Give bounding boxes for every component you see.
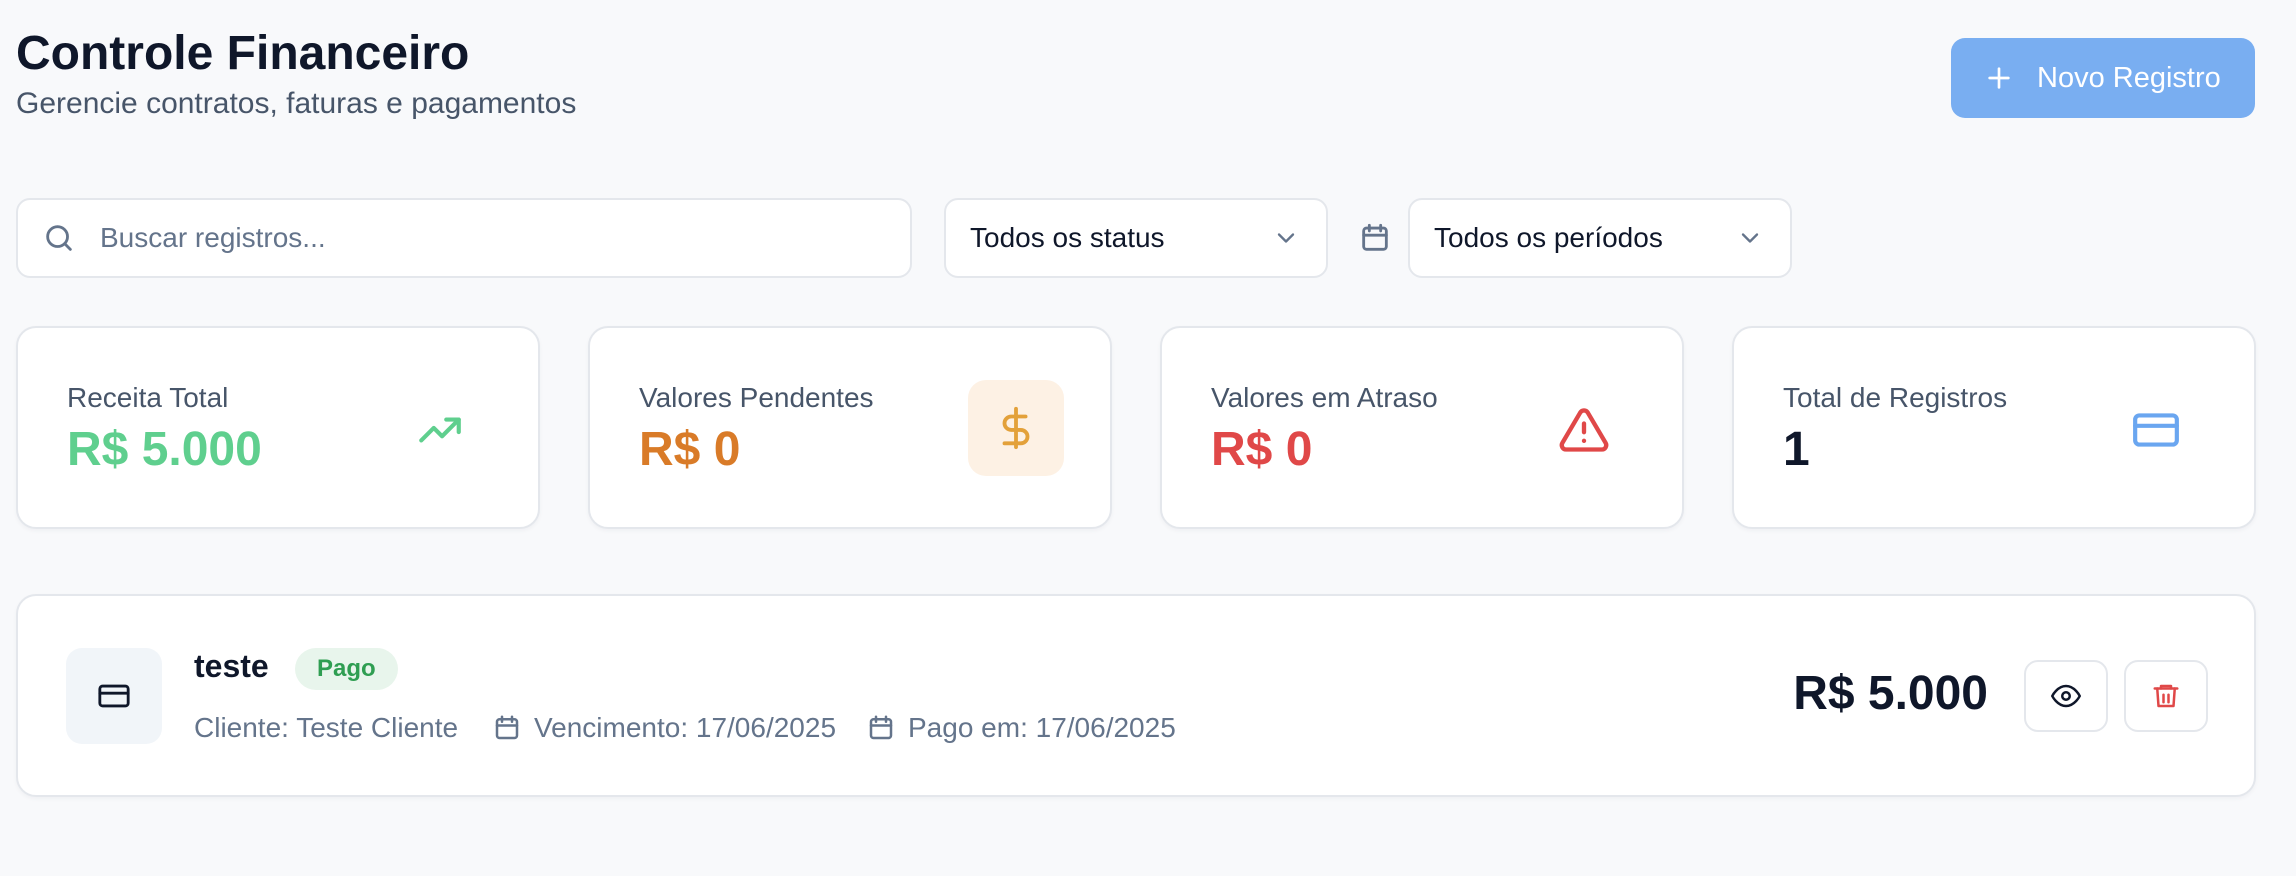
trending-up-icon: [412, 402, 468, 458]
stat-value: R$ 5.000: [67, 423, 262, 476]
status-filter-select[interactable]: Todos os status: [944, 198, 1328, 278]
stat-label: Total de Registros: [1783, 382, 2008, 413]
status-filter-value: Todos os status: [970, 222, 1165, 253]
stat-card-pending: Valores Pendentes R$ 0: [588, 326, 1112, 529]
credit-card-icon: [66, 648, 162, 744]
search-icon: [46, 225, 72, 251]
page-subtitle: Gerencie contratos, faturas e pagamentos: [16, 87, 577, 120]
new-record-label: Novo Registro: [2037, 61, 2221, 94]
stat-value: R$ 0: [1211, 423, 1313, 476]
stat-label: Valores Pendentes: [639, 382, 874, 413]
calendar-icon: [1362, 223, 1388, 251]
search-box[interactable]: [16, 198, 912, 278]
calendar-icon: [869, 715, 893, 740]
delete-button[interactable]: [2124, 660, 2208, 732]
record-due-text: Vencimento: 17/06/2025: [534, 712, 837, 743]
stat-value: 1: [1783, 423, 1810, 476]
chevron-down-icon: [1741, 233, 1759, 243]
status-badge: Pago: [295, 648, 398, 690]
stat-label: Receita Total: [67, 382, 229, 413]
record-client-text: Cliente: Teste Cliente: [194, 712, 459, 743]
record-client: Cliente: Teste Cliente: [194, 712, 458, 744]
credit-card-icon: [2128, 402, 2184, 458]
stat-card-total-revenue: Receita Total R$ 5.000: [16, 326, 540, 529]
period-filter-select[interactable]: Todos os períodos: [1408, 198, 1792, 278]
plus-icon: [1988, 67, 2010, 89]
view-button[interactable]: [2024, 660, 2108, 732]
record-name: teste: [194, 648, 269, 684]
stat-card-overdue: Valores em Atraso R$ 0: [1160, 326, 1684, 529]
calendar-icon: [495, 715, 519, 740]
chevron-down-icon: [1277, 233, 1295, 243]
record-due-date: Vencimento: 17/06/2025: [492, 712, 836, 744]
record-row: teste Pago Cliente: Teste Cliente Vencim…: [16, 594, 2256, 797]
alert-triangle-icon: [1556, 402, 1612, 458]
record-paid-text: Pago em: 17/06/2025: [908, 712, 1176, 743]
stat-card-total-records: Total de Registros 1: [1732, 326, 2256, 529]
page-title: Controle Financeiro: [16, 27, 470, 80]
trash-icon: [2153, 684, 2179, 708]
page-header: Controle Financeiro Gerencie contratos, …: [16, 26, 576, 122]
search-input[interactable]: [100, 222, 860, 254]
new-record-button[interactable]: Novo Registro: [1951, 38, 2255, 118]
period-filter-value: Todos os períodos: [1434, 222, 1663, 253]
record-amount: R$ 5.000: [1793, 667, 1988, 720]
stat-label: Valores em Atraso: [1211, 382, 1438, 413]
record-paid-date: Pago em: 17/06/2025: [866, 712, 1176, 744]
eye-icon: [2051, 684, 2081, 708]
dollar-icon: [968, 380, 1064, 476]
financial-control-page: Controle Financeiro Gerencie contratos, …: [0, 0, 2296, 876]
stat-value: R$ 0: [639, 423, 741, 476]
